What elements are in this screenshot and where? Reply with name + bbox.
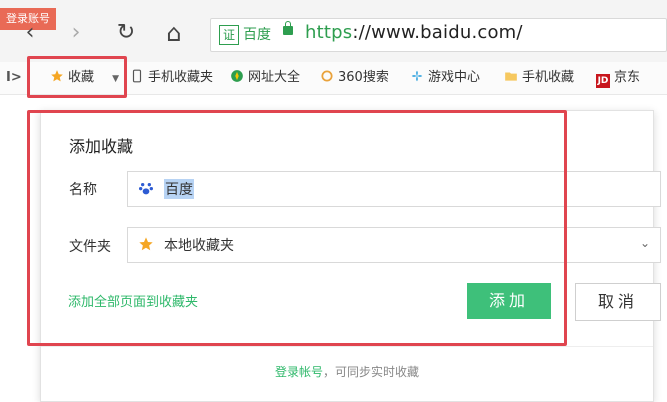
highlight-favorites [27,56,127,98]
address-bar[interactable]: 证 百度 https://www.baidu.com/ [210,18,667,52]
gamepad-icon [410,69,424,83]
footer-note: 登录帐号，可同步实时收藏 [274,365,420,379]
bookmark-item[interactable]: 手机收藏夹 [130,68,213,88]
bookmark-item[interactable]: 游戏中心 [410,68,480,88]
certificate-icon[interactable]: 证 [219,25,239,45]
url-text[interactable]: https://www.baidu.com/ [305,22,523,43]
home-icon[interactable]: ⌂ [160,18,188,48]
browser-toolbar: 登录账号 ‹ › ↻ ⌂ 证 百度 https://www.baidu.com/ [0,0,667,62]
search-360-icon [320,69,334,83]
lock-icon [283,21,293,35]
chevron-down-icon[interactable]: ⌄ [640,236,650,250]
jd-icon: JD [596,74,610,88]
folder-icon [504,69,518,83]
bookmark-item[interactable]: JD 京东 [596,68,640,88]
login-link[interactable]: 登录帐号 [275,365,323,379]
phone-icon [130,69,144,83]
bookmark-item[interactable]: 网址大全 [230,68,300,88]
bookmark-item[interactable]: 360搜索 [320,68,389,88]
forward-icon[interactable]: › [64,18,88,48]
bookmarks-toggle[interactable]: I> [6,68,22,88]
cancel-button[interactable]: 取消 [575,283,661,321]
compass-icon [230,69,244,83]
reload-icon[interactable]: ↻ [112,18,140,48]
divider [41,346,653,347]
back-icon[interactable]: ‹ [18,18,42,48]
site-name: 百度 [243,27,271,43]
bookmark-item[interactable]: 手机收藏 [504,68,574,88]
highlight-dialog [27,110,567,346]
